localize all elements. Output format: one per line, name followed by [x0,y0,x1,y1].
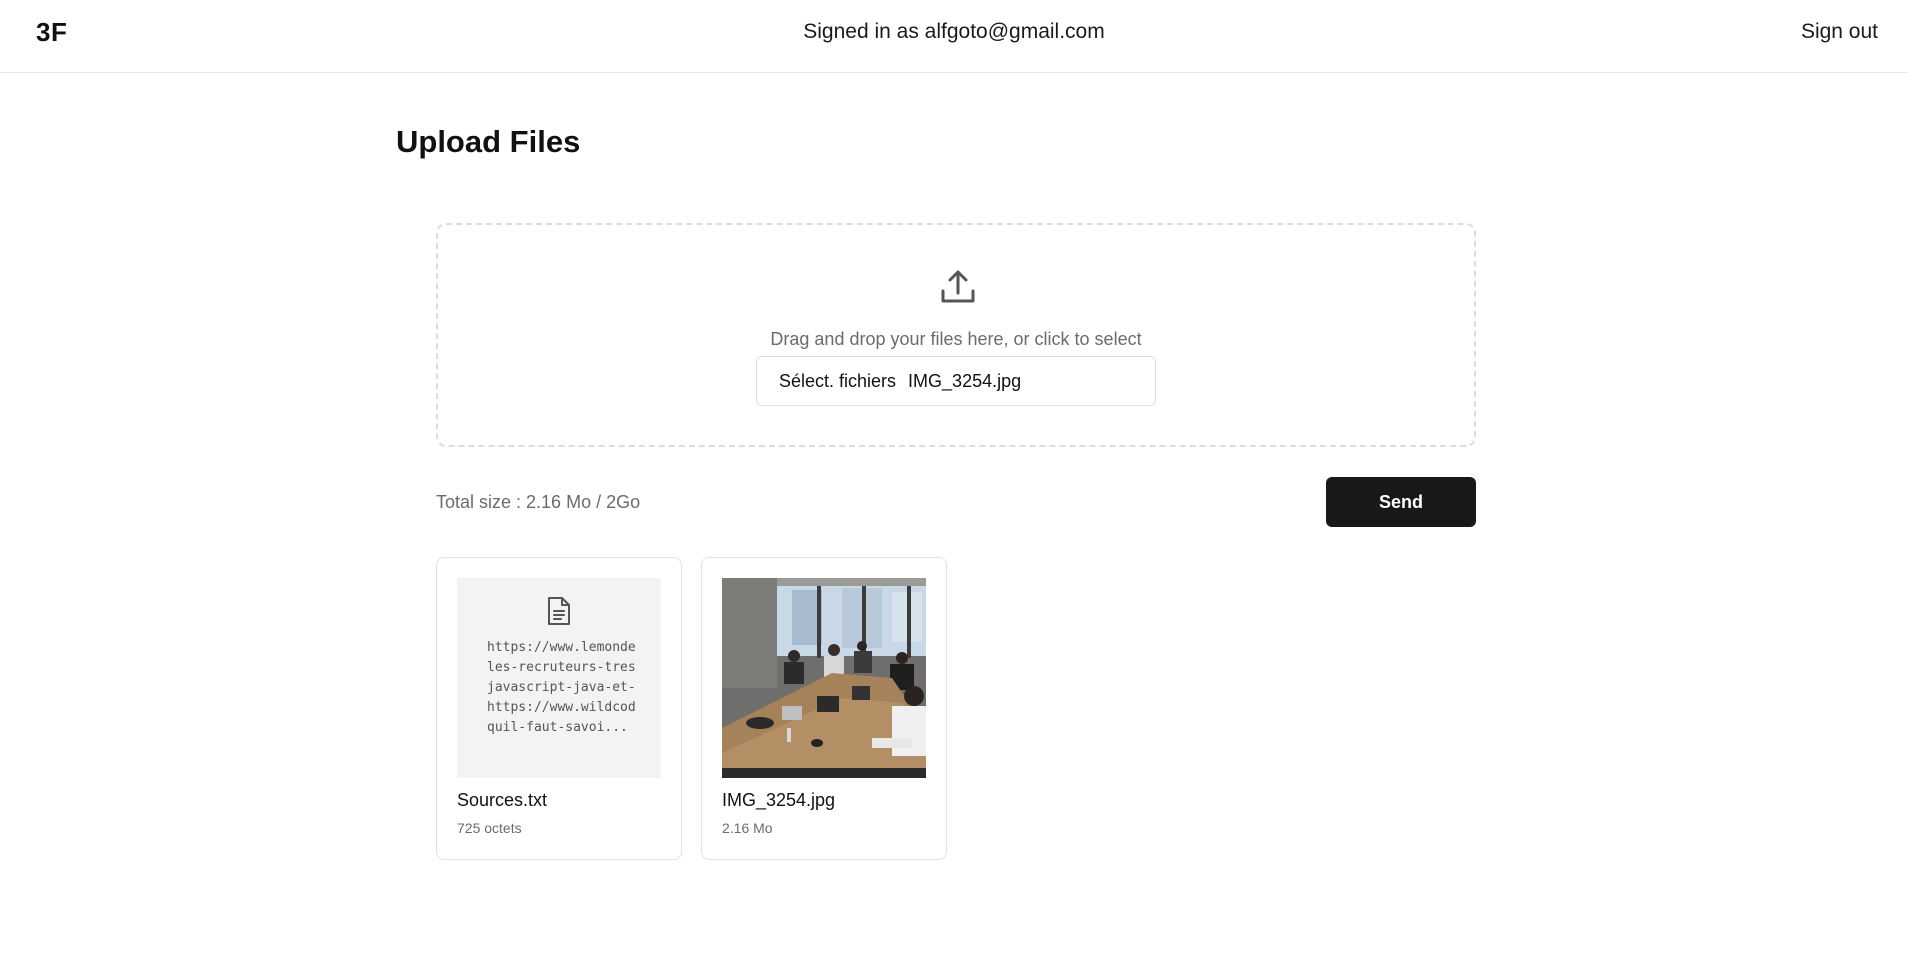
total-size-text: Total size : 2.16 Mo / 2Go [436,492,641,512]
text-preview: https://www.lemonde les-recruteurs-tres ja… [487,638,643,738]
preview-line: https://www.wildcod [487,700,636,715]
text-file-thumbnail: https://www.lemonde les-recruteurs-tres ja… [457,578,661,778]
preview-line: https://www.lemonde [487,640,636,655]
upload-icon [941,270,975,303]
signed-in-status: Signed in as alfgoto@gmail.com [803,20,1105,43]
file-size: 725 octets [457,820,522,836]
file-input[interactable]: Sélect. fichiers IMG_3254.jpg [756,356,1156,406]
preview-line: les-recruteurs-tres [487,660,636,675]
sign-out-link[interactable]: Sign out [1801,20,1878,44]
selected-file-name: IMG_3254.jpg [908,370,1022,391]
file-size: 2.16 Mo [722,820,773,836]
send-button[interactable]: Send [1326,477,1476,527]
photo-preview [722,578,926,778]
dropzone-instruction: Drag and drop your files here, or click … [770,329,1142,349]
select-files-button[interactable]: Sélect. fichiers [779,371,896,392]
page-title: Upload Files [396,124,581,159]
preview-line: javascript-java-et- [487,680,636,695]
document-icon [548,597,570,625]
file-name: IMG_3254.jpg [722,790,836,810]
preview-line: quil-faut-savoi... [487,720,628,735]
file-card-image[interactable]: IMG_3254.jpg 2.16 Mo [701,557,947,860]
file-dropzone[interactable]: Drag and drop your files here, or click … [436,223,1476,447]
top-header: 3F Signed in as alfgoto@gmail.com Sign o… [0,0,1908,73]
file-card-sources[interactable]: https://www.lemonde les-recruteurs-tres ja… [436,557,682,860]
image-thumbnail [722,578,926,778]
file-name: Sources.txt [457,790,548,810]
